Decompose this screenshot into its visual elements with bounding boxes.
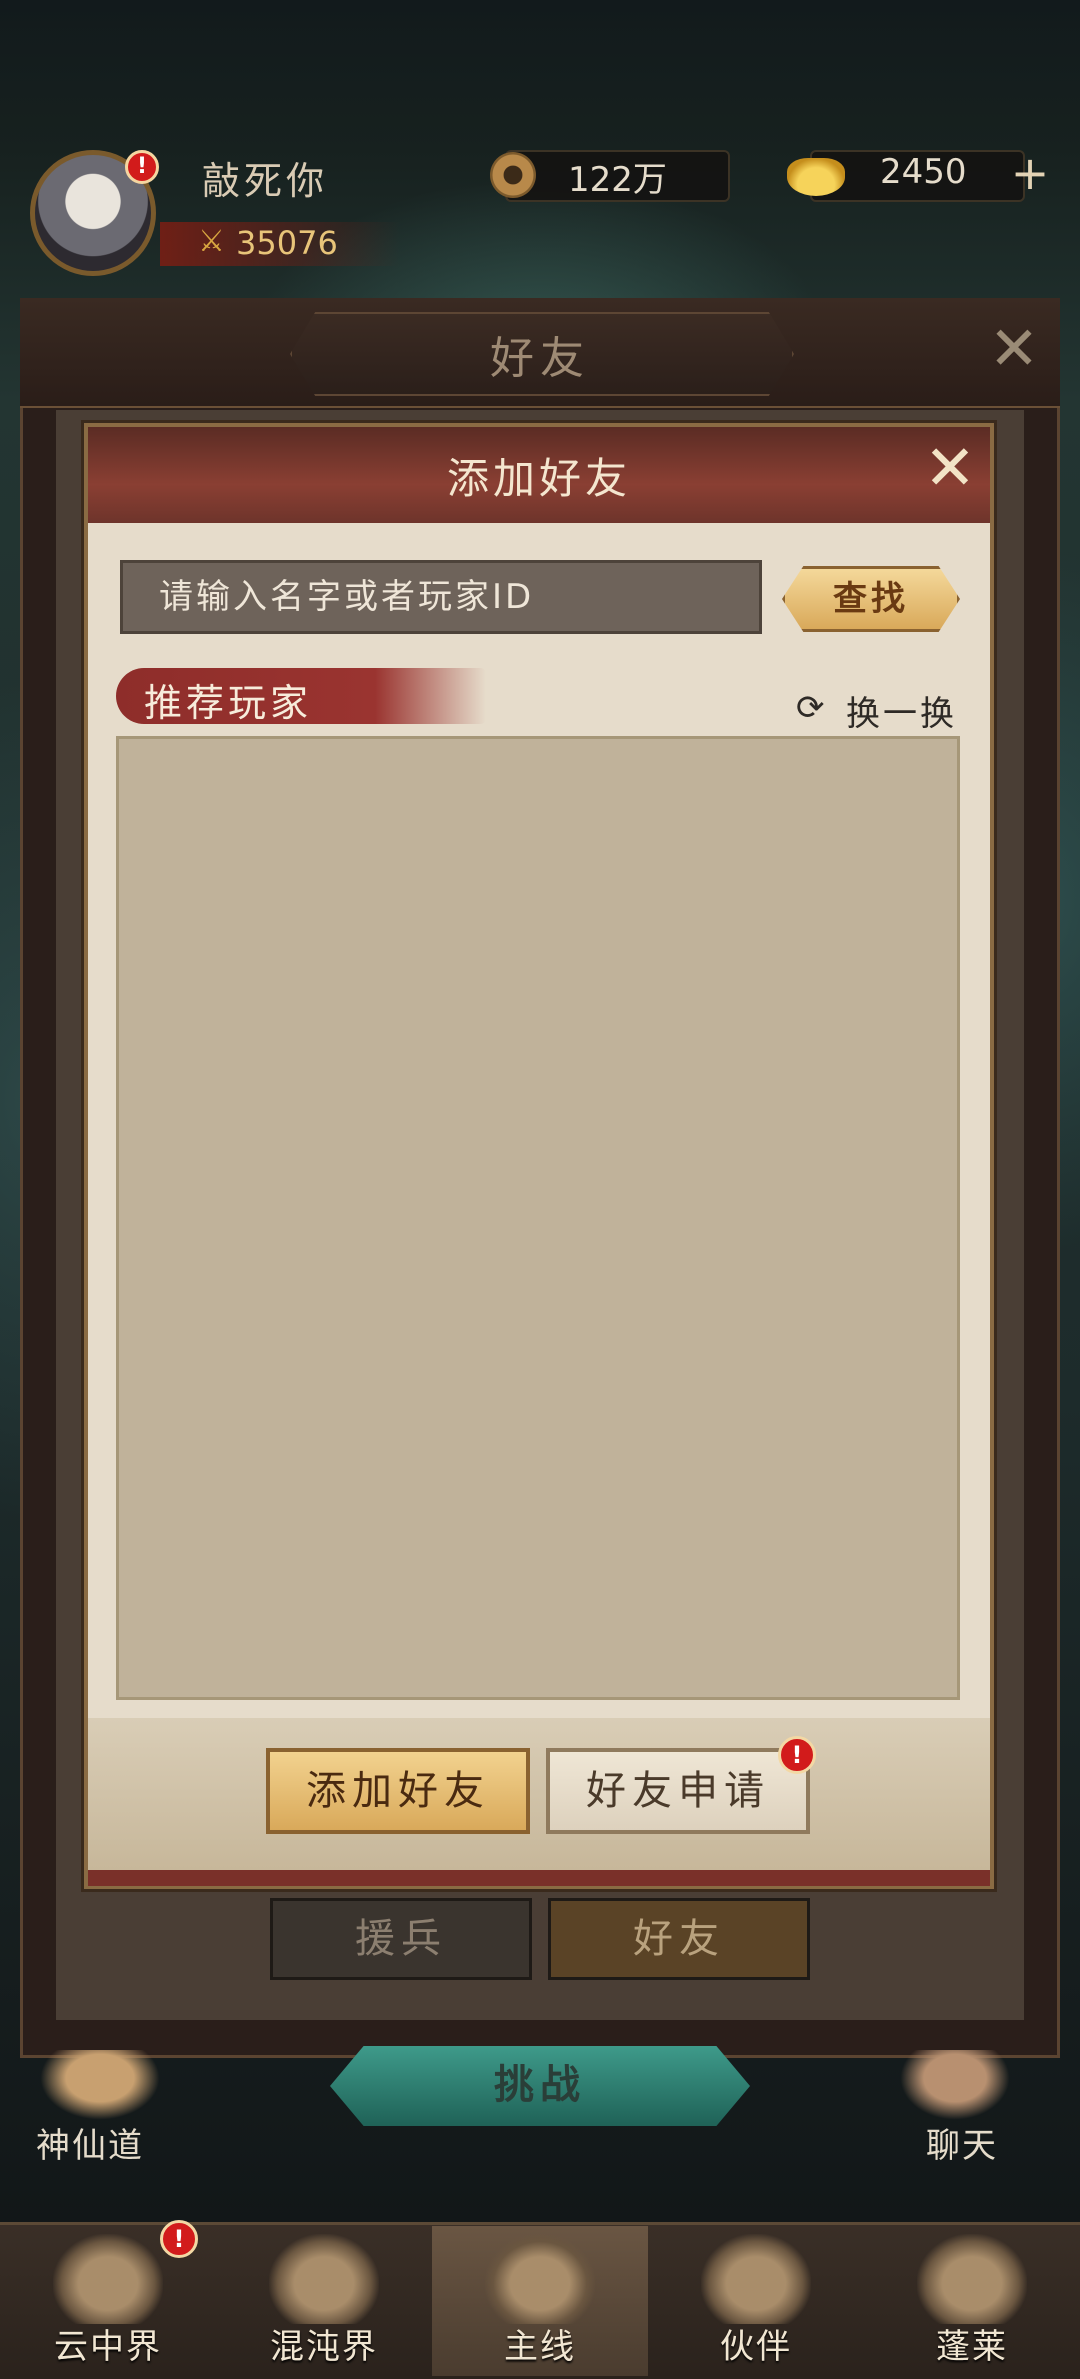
portal-icon — [269, 2234, 379, 2324]
friend-requests-tab-button[interactable]: 好友申请 — [546, 1748, 810, 1834]
combat-power-value: 35076 — [236, 224, 338, 262]
tab-friends[interactable]: 好友 — [548, 1898, 810, 1980]
nav-label: 混沌界 — [270, 2327, 378, 2367]
refresh-icon[interactable]: ⟳ — [796, 688, 825, 728]
nav-item-chaos-realm[interactable]: 混沌界 — [216, 2226, 432, 2376]
nav-item-penglai[interactable]: 蓬莱 — [864, 2226, 1080, 2376]
combat-power-icon: ⚔ — [198, 224, 225, 259]
nav-item-main-story[interactable]: 主线 — [432, 2226, 648, 2376]
friend-panel-close-icon[interactable]: ✕ — [985, 319, 1043, 380]
dialog-close-icon[interactable]: ✕ — [920, 437, 980, 500]
nav-label: 蓬莱 — [936, 2327, 1008, 2367]
dialog-bottom-strip — [88, 1870, 990, 1886]
chat-icon[interactable] — [900, 2050, 1010, 2120]
dialog-footer — [88, 1718, 990, 1870]
copper-coin-icon — [490, 152, 536, 198]
add-friend-tab-button[interactable]: 添加好友 — [266, 1748, 530, 1834]
tab-reinforcements[interactable]: 援兵 — [270, 1898, 532, 1980]
nav-label: 云中界 — [54, 2327, 162, 2367]
challenge-label: 挑战 — [494, 2062, 586, 2108]
immortal-path-icon[interactable] — [40, 2050, 160, 2120]
recommended-players-list — [116, 736, 960, 1700]
dialog-title: 添加好友 — [446, 454, 631, 503]
player-name: 敲死你 — [202, 159, 329, 203]
gold-ingot-icon — [787, 158, 845, 196]
gold-amount: 2450 — [880, 152, 967, 192]
crossed-swords-icon — [485, 2234, 595, 2324]
refresh-button[interactable]: 换一换 — [846, 686, 957, 735]
add-gold-button[interactable]: + — [1005, 150, 1055, 200]
friend-panel-title: 好友 — [490, 333, 590, 384]
sage-icon — [917, 2234, 1027, 2324]
coin-amount: 122万 — [568, 160, 667, 200]
nav-label: 主线 — [504, 2327, 576, 2367]
nav-notification-badge: ! — [160, 2220, 198, 2258]
player-search-input[interactable] — [120, 560, 762, 634]
search-button[interactable]: 查找 — [782, 566, 960, 632]
requests-notification-badge: ! — [778, 1736, 816, 1774]
nav-item-companions[interactable]: 伙伴 — [648, 2226, 864, 2376]
immortal-path-label[interactable]: 神仙道 — [36, 2118, 144, 2167]
recommended-players-label: 推荐玩家 — [144, 681, 313, 725]
companion-icon — [701, 2234, 811, 2324]
pagoda-icon — [53, 2234, 163, 2324]
chat-label[interactable]: 聊天 — [926, 2118, 998, 2167]
nav-label: 伙伴 — [720, 2327, 792, 2367]
avatar-notification-badge: ! — [125, 150, 159, 184]
